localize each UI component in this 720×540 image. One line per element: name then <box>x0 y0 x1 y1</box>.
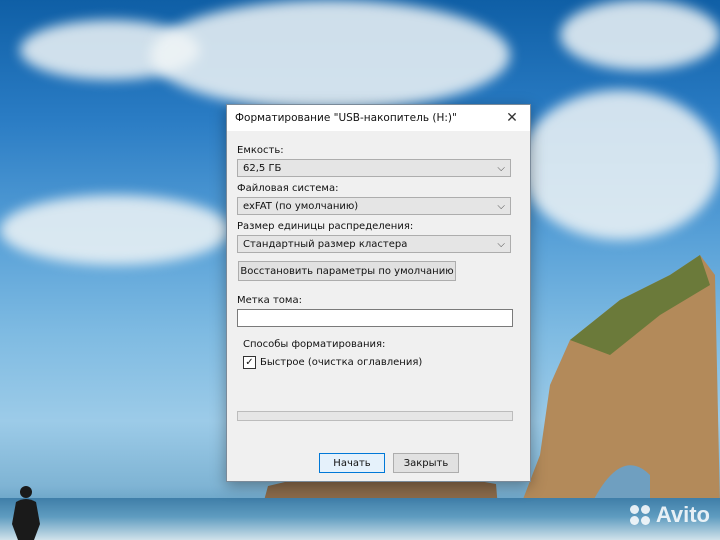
format-options-group: Способы форматирования: ✓ Быстрое (очист… <box>237 335 518 369</box>
cloud <box>520 90 720 240</box>
dialog-content: Емкость: 62,5 ГБ ⌵ Файловая система: exF… <box>227 131 530 421</box>
cluster-size-value: Стандартный размер кластера <box>243 238 408 250</box>
volume-label-label: Метка тома: <box>237 295 302 306</box>
rock-arch <box>520 255 720 507</box>
quick-format-row[interactable]: ✓ Быстрое (очистка оглавления) <box>243 356 518 369</box>
dialog-title: Форматирование "USB-накопитель (H:)" <box>235 112 457 124</box>
volume-label-input[interactable] <box>237 309 513 327</box>
close-button[interactable]: Закрыть <box>393 453 459 473</box>
cluster-size-label: Размер единицы распределения: <box>237 221 414 232</box>
chevron-down-icon: ⌵ <box>497 200 505 212</box>
capacity-select[interactable]: 62,5 ГБ ⌵ <box>237 159 511 177</box>
format-progress-bar <box>237 411 513 421</box>
quick-format-label: Быстрое (очистка оглавления) <box>260 357 423 368</box>
watermark-text: Avito <box>655 502 710 527</box>
restore-defaults-button[interactable]: Восстановить параметры по умолчанию <box>238 261 456 281</box>
capacity-value: 62,5 ГБ <box>243 162 282 174</box>
start-button[interactable]: Начать <box>319 453 385 473</box>
filesystem-value: exFAT (по умолчанию) <box>243 200 359 212</box>
quick-format-checkbox[interactable]: ✓ <box>243 356 256 369</box>
chevron-down-icon: ⌵ <box>497 238 505 250</box>
avito-watermark: Avito <box>629 502 710 528</box>
checkmark-icon: ✓ <box>245 356 254 368</box>
filesystem-label: Файловая система: <box>237 183 339 194</box>
cloud <box>560 0 720 70</box>
title-bar: Форматирование "USB-накопитель (H:)" ✕ <box>227 105 530 131</box>
format-dialog: Форматирование "USB-накопитель (H:)" ✕ Е… <box>226 104 531 482</box>
close-icon[interactable]: ✕ <box>502 108 522 128</box>
filesystem-select[interactable]: exFAT (по умолчанию) ⌵ <box>237 197 511 215</box>
dialog-footer: Начать Закрыть <box>319 453 459 473</box>
cluster-size-select[interactable]: Стандартный размер кластера ⌵ <box>237 235 511 253</box>
chevron-down-icon: ⌵ <box>497 162 505 174</box>
sea <box>0 498 720 540</box>
cloud <box>0 195 230 265</box>
format-options-label: Способы форматирования: <box>243 339 386 350</box>
cloud <box>150 0 510 110</box>
person-silhouette <box>12 486 40 540</box>
capacity-label: Емкость: <box>237 145 284 156</box>
avito-logo-icon <box>629 505 652 525</box>
